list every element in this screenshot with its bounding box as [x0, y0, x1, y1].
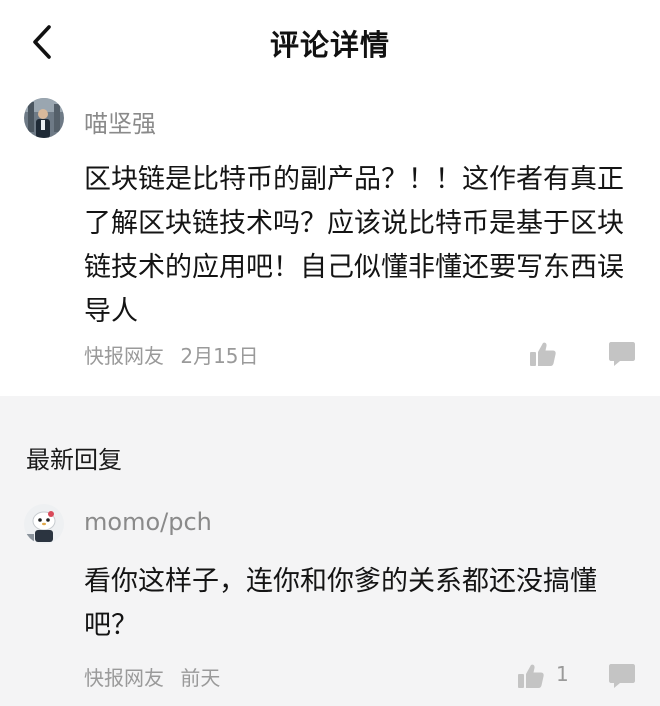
- comment-icon: [609, 664, 635, 688]
- replies-section: 最新回复 momo/pch 看你这样子，连你和你爹的关系都还没搞懂吧？ 快报网友…: [0, 396, 660, 706]
- avatar[interactable]: [24, 98, 64, 138]
- reply-source: 快报网友: [84, 666, 164, 690]
- reply-meta: 快报网友 前天: [84, 662, 220, 691]
- like-button[interactable]: [530, 342, 556, 366]
- username[interactable]: 喵坚强: [84, 104, 156, 139]
- section-title: 最新回复: [26, 446, 122, 474]
- comment-date: 2月15日: [180, 344, 259, 368]
- like-button[interactable]: [518, 664, 544, 688]
- reply-text: 看你这样子，连你和你爹的关系都还没搞懂吧？: [84, 566, 597, 641]
- main-comment: 喵坚强 区块链是比特币的副产品？！！这作者有真正了解区块链技术吗？应该说比特币是…: [0, 84, 660, 396]
- thumbs-up-icon: [518, 664, 544, 688]
- thumbs-up-icon: [530, 342, 556, 366]
- avatar[interactable]: [24, 504, 64, 544]
- comment-detail-page: 评论详情 喵坚强 区块链是比特币的副产品？！！这作者有真正了解区块链技术吗？应该…: [0, 0, 660, 706]
- comment-source: 快报网友: [84, 344, 164, 368]
- reply-button[interactable]: [609, 664, 635, 688]
- reply-button[interactable]: [609, 342, 635, 366]
- comment-icon: [609, 342, 635, 366]
- comment-meta: 快报网友 2月15日: [84, 340, 259, 369]
- comment-text: 区块链是比特币的副产品？！！这作者有真正了解区块链技术吗？应该说比特币是基于区块…: [84, 164, 624, 327]
- username[interactable]: momo/pch: [84, 508, 212, 536]
- top-bar: 评论详情: [0, 0, 660, 84]
- like-count: 1: [556, 662, 569, 686]
- reply-date: 前天: [180, 666, 221, 690]
- page-title: 评论详情: [269, 28, 390, 62]
